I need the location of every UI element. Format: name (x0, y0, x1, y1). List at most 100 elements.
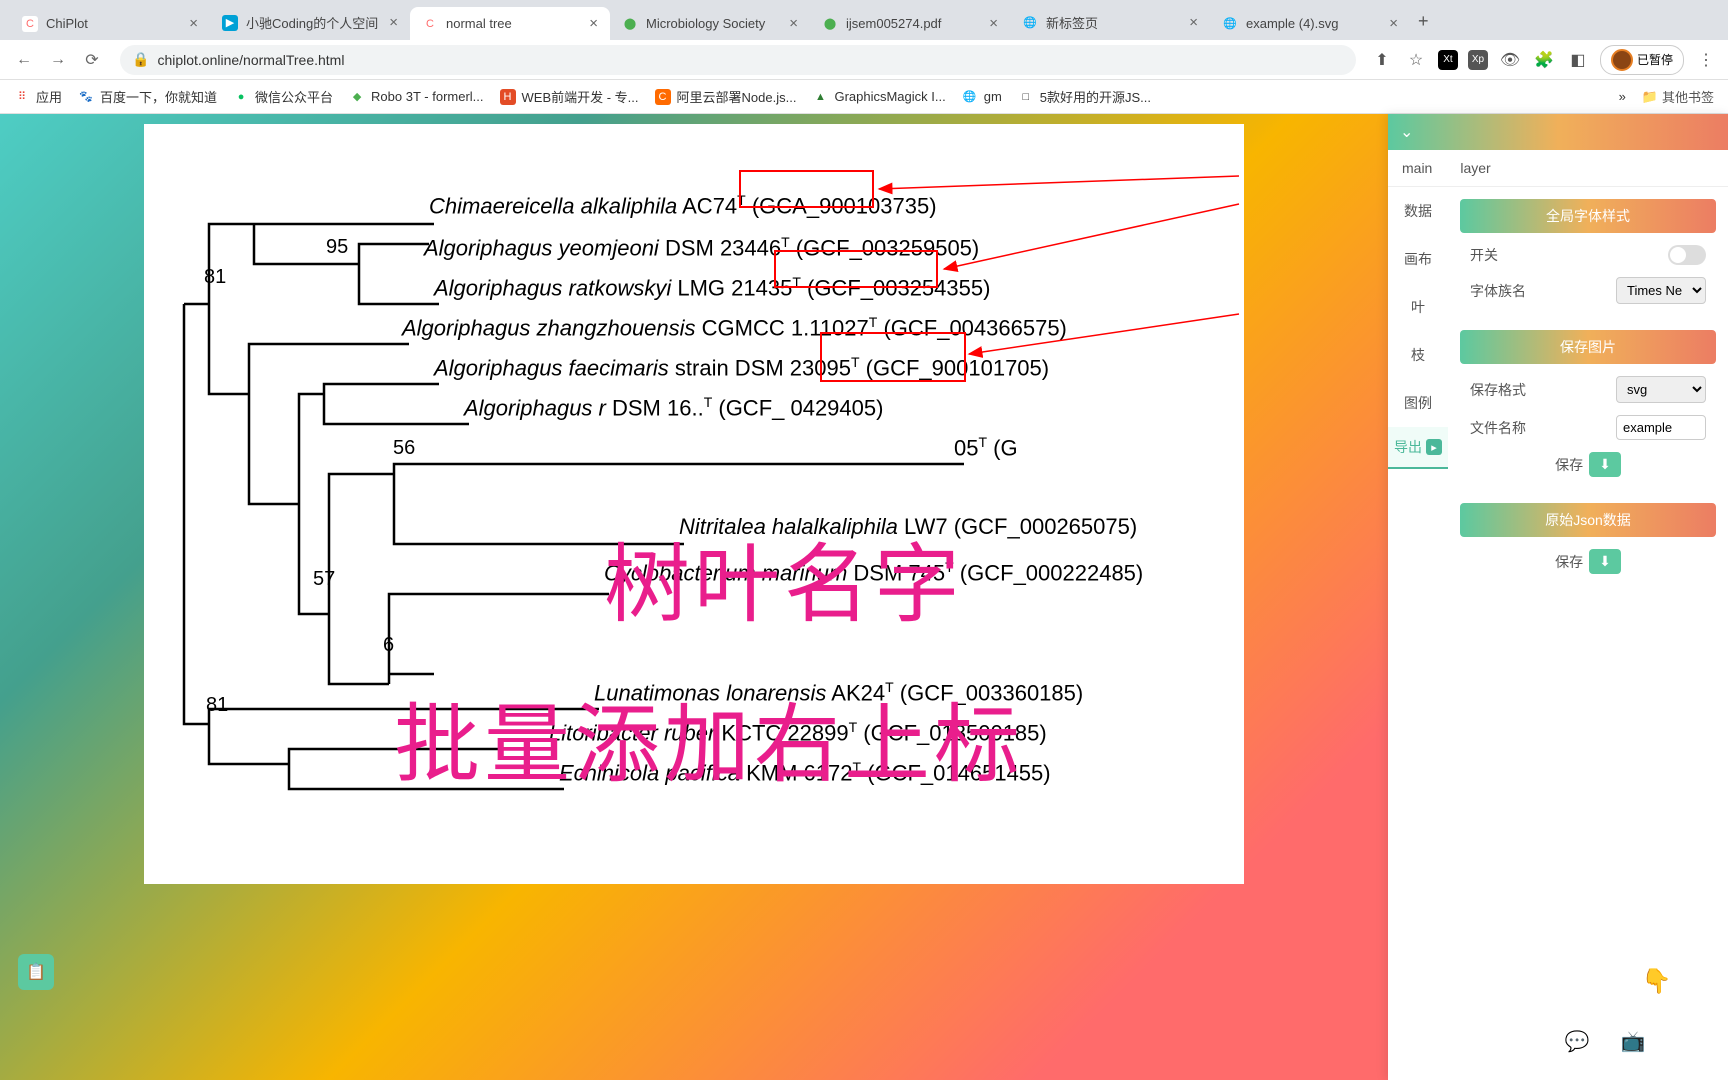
bottom-left-float: 📋 (18, 954, 54, 990)
lock-icon: 🔒 (132, 51, 149, 68)
chevron-down-icon[interactable]: ⌄ (1400, 122, 1413, 142)
sidenav-export[interactable]: 导出 ▸ (1388, 427, 1448, 469)
refresh-button[interactable]: ◯ (1668, 1020, 1710, 1062)
bookmark-label: WEB前端开发 - 专... (522, 87, 639, 106)
bookmark-baidu[interactable]: 🐾 百度一下，你就知道 (78, 87, 217, 106)
json-download-button[interactable]: ⬇ (1589, 549, 1621, 574)
group-font-header: 全局字体样式 (1460, 199, 1716, 233)
globe-icon: 🌐 (1022, 15, 1038, 31)
font-family-select[interactable]: Times Ne (1616, 277, 1706, 304)
tab-svg[interactable]: 🌐 example (4).svg × (1210, 7, 1410, 40)
tree-leaf-partial: 05T (G (954, 434, 1018, 461)
more-resources-l2: 关注B站&公众号 (1605, 939, 1708, 960)
tab-normal-tree[interactable]: C normal tree × (410, 7, 610, 40)
browser-tab-bar: C ChiPlot × ▶ 小驰Coding的个人空间 × C normal t… (0, 0, 1728, 40)
menu-icon[interactable]: ⋮ (1694, 48, 1718, 72)
bootstrap-value: 57 (313, 568, 335, 591)
ext-icon-2[interactable]: Xp (1468, 50, 1488, 70)
tab-favicon: C (422, 16, 438, 32)
back-button[interactable]: ← (10, 46, 38, 74)
bookmark-wechat[interactable]: ● 微信公众平台 (233, 87, 333, 106)
group-save-header: 保存图片 (1460, 330, 1716, 364)
pointer-icon: 👇 (1605, 964, 1708, 1000)
tab-newtab[interactable]: 🌐 新标签页 × (1010, 5, 1210, 40)
sidenav-canvas[interactable]: 画布 (1388, 235, 1448, 283)
tree-leaf[interactable]: Algoriphagus r DSM 16..T (GCF_ 0429405) (464, 394, 883, 421)
close-icon[interactable]: × (989, 15, 998, 32)
other-bookmarks[interactable]: 📁 其他书签 (1642, 87, 1714, 106)
bilibili-button[interactable]: 📺 (1612, 1020, 1654, 1062)
highlight-box (820, 332, 966, 382)
tree-canvas[interactable]: Chimaereicella alkaliphila AC74T (GCA_90… (144, 124, 1244, 884)
forward-button[interactable]: → (44, 46, 72, 74)
html-icon: H (500, 89, 516, 105)
notes-button[interactable]: 📋 (18, 954, 54, 990)
bookmark-label: 微信公众平台 (255, 87, 333, 106)
bookmark-apps[interactable]: ⠿ 应用 (14, 87, 62, 106)
font-toggle[interactable] (1668, 245, 1706, 265)
ext-icon-1[interactable]: Xt (1438, 50, 1458, 70)
bookmark-gm2[interactable]: 🌐 gm (962, 89, 1002, 105)
tab-title: 新标签页 (1046, 13, 1181, 32)
close-icon[interactable]: × (389, 14, 398, 31)
bottom-right-float: ⌂ 💬 📺 ◯ (1500, 1020, 1710, 1062)
sidenav-data[interactable]: 数据 (1388, 187, 1448, 235)
save-format-select[interactable]: svg (1616, 376, 1706, 403)
tab-favicon: ▶ (222, 15, 238, 31)
bookmark-js[interactable]: □ 5款好用的开源JS... (1018, 87, 1151, 106)
panel-header: ⌄ (1388, 114, 1728, 150)
url-input[interactable]: 🔒 chiplot.online/normalTree.html (120, 45, 1356, 75)
bookmark-label: 百度一下，你就知道 (100, 87, 217, 106)
sidenav-legend[interactable]: 图例 (1388, 379, 1448, 427)
wechat-button[interactable]: 💬 (1556, 1020, 1598, 1062)
profile-pause-badge[interactable]: 已暂停 (1600, 45, 1684, 75)
group-save: 保存图片 保存格式 svg 文件名称 保存 ⬇ (1460, 330, 1716, 489)
url-text: chiplot.online/normalTree.html (157, 52, 344, 68)
close-icon[interactable]: × (189, 15, 198, 32)
star-icon[interactable]: ☆ (1404, 48, 1428, 72)
tab-layer[interactable]: layer (1446, 150, 1504, 186)
other-bookmarks-label: 其他书签 (1662, 87, 1714, 106)
group-json: 原始Json数据 保存 ⬇ (1460, 503, 1716, 586)
download-button[interactable]: ⬇ (1589, 452, 1621, 477)
tab-title: Microbiology Society (646, 16, 781, 31)
tab-chiplot[interactable]: C ChiPlot × (10, 7, 210, 40)
bookmark-robo3t[interactable]: ◆ Robo 3T - formerl... (349, 89, 483, 105)
tab-microbiology[interactable]: ⬤ Microbiology Society × (610, 7, 810, 40)
eye-icon[interactable]: 👁 (1498, 48, 1522, 72)
extensions-icon[interactable]: 🧩 (1532, 48, 1556, 72)
share-icon[interactable]: ⬆ (1370, 48, 1394, 72)
bookmark-label: 阿里云部署Node.js... (677, 87, 797, 106)
bookmark-label: 5款好用的开源JS... (1040, 87, 1151, 106)
filename-input[interactable] (1616, 415, 1706, 440)
tab-pdf[interactable]: ⬤ ijsem005274.pdf × (810, 7, 1010, 40)
panel-tabs: main layer (1388, 150, 1728, 187)
folder-icon: 📁 (1642, 89, 1658, 105)
tab-bilibili[interactable]: ▶ 小驰Coding的个人空间 × (210, 5, 410, 40)
bookmark-web[interactable]: H WEB前端开发 - 专... (500, 87, 639, 106)
square-icon: □ (1018, 89, 1034, 105)
new-tab-button[interactable]: + (1410, 3, 1437, 40)
side-panel-icon[interactable]: ◧ (1566, 48, 1590, 72)
filename-label: 文件名称 (1470, 418, 1526, 438)
sidenav-leaf[interactable]: 叶 (1388, 283, 1448, 331)
save-format-label: 保存格式 (1470, 380, 1526, 400)
group-font: 全局字体样式 开关 字体族名 Times Ne (1460, 199, 1716, 316)
sidenav-branch[interactable]: 枝 (1388, 331, 1448, 379)
close-icon[interactable]: × (589, 15, 598, 32)
tab-title: ChiPlot (46, 16, 181, 31)
bookmark-aliyun[interactable]: C 阿里云部署Node.js... (655, 87, 797, 106)
bookmark-gm[interactable]: ▲ GraphicsMagick I... (812, 89, 945, 105)
bookmark-label: 应用 (36, 87, 62, 106)
close-icon[interactable]: × (1189, 14, 1198, 31)
close-icon[interactable]: × (1389, 15, 1398, 32)
tree-leaf[interactable]: Algoriphagus zhangzhouensis CGMCC 1.1102… (402, 314, 1067, 341)
bookmark-overflow[interactable]: » (1619, 89, 1626, 104)
font-family-label: 字体族名 (1470, 281, 1526, 301)
home-button[interactable]: ⌂ (1500, 1020, 1542, 1062)
reload-button[interactable]: ⟳ (78, 46, 106, 74)
close-icon[interactable]: × (789, 15, 798, 32)
leaf-icon: ◆ (349, 89, 365, 105)
bootstrap-value: 56 (393, 437, 415, 460)
tab-main[interactable]: main (1388, 150, 1446, 186)
